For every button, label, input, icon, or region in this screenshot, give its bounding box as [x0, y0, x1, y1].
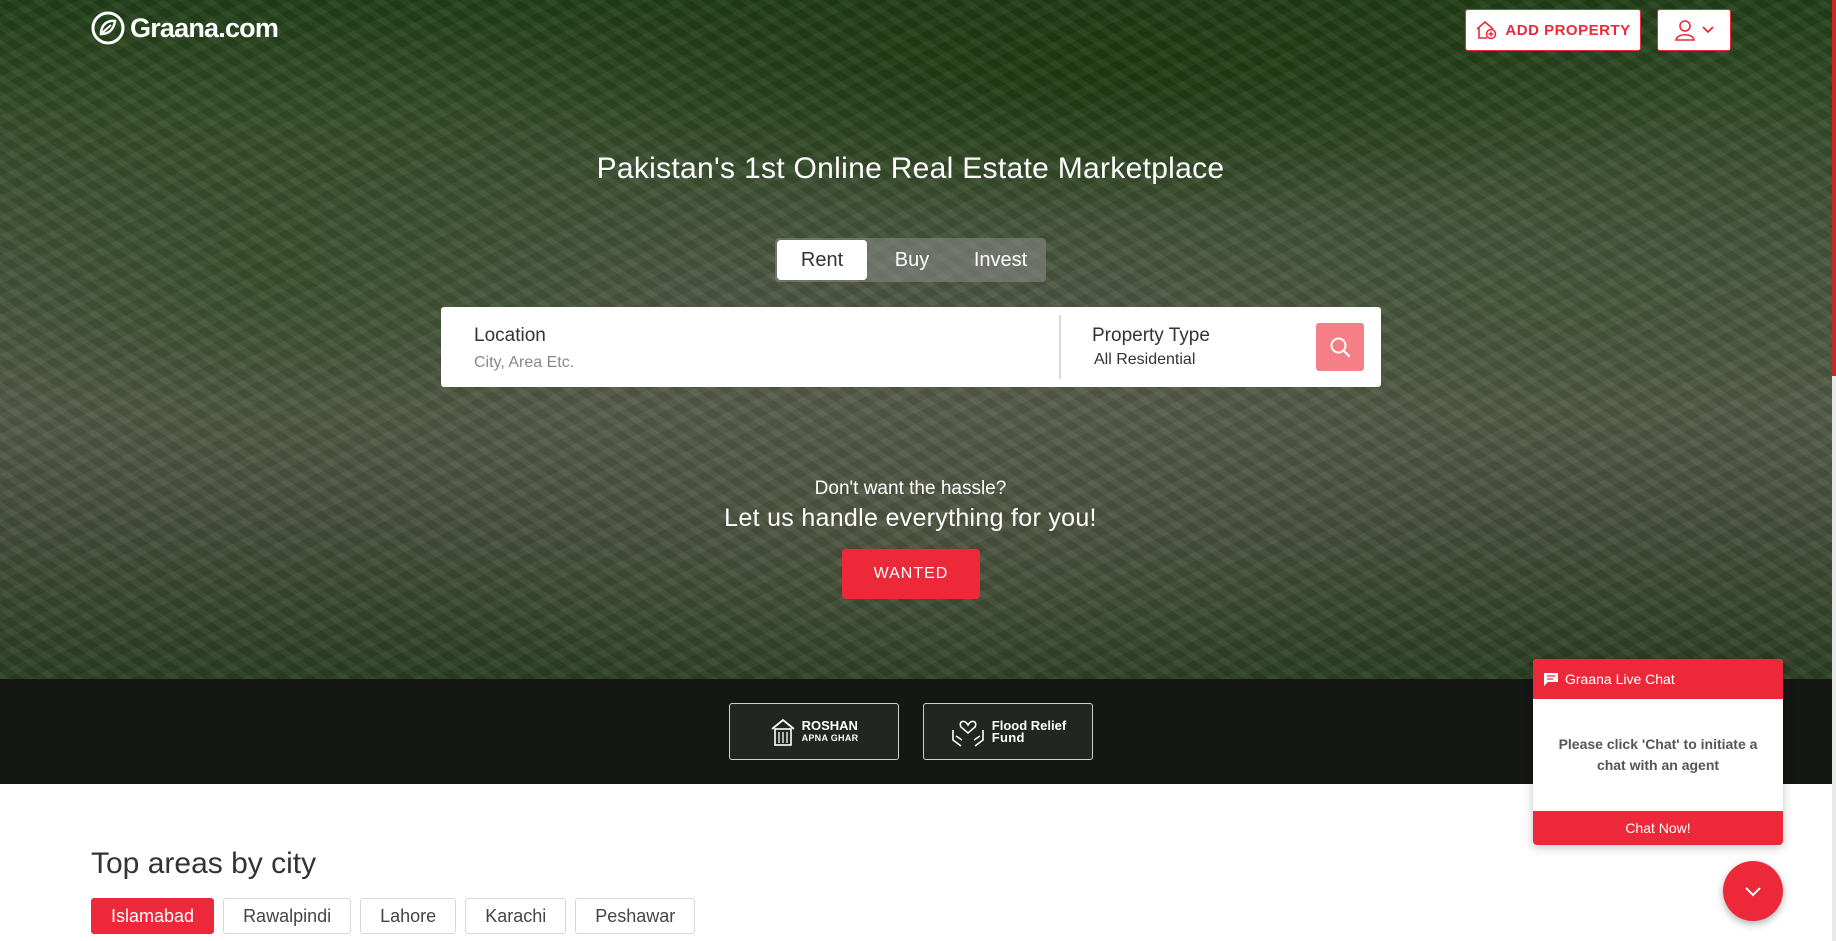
hands-heart-icon: [951, 720, 984, 747]
property-type-label[interactable]: Property Type: [1092, 325, 1210, 347]
property-type-select[interactable]: All Residential: [1094, 351, 1195, 369]
location-input[interactable]: [474, 351, 1034, 375]
search-bar: Location Property Type All Residential: [441, 307, 1381, 387]
roshan-line1: ROSHAN: [801, 717, 858, 733]
logo-text: Graana.com: [130, 12, 279, 43]
city-tab-karachi[interactable]: Karachi: [465, 898, 567, 934]
chevron-down-icon: [1745, 886, 1761, 896]
roshan-line2: APNA GHAR: [801, 732, 859, 743]
tab-invest[interactable]: Invest: [957, 240, 1044, 280]
hassle-question: Don't want the hassle?: [814, 478, 1007, 499]
page-scrollbar[interactable]: [1832, 0, 1836, 941]
logo[interactable]: Graana.com: [90, 10, 279, 46]
city-tab-peshawar[interactable]: Peshawar: [575, 898, 696, 934]
flood-line2: Fund: [991, 729, 1025, 745]
chat-bubble-icon: [1544, 672, 1558, 686]
tab-rent[interactable]: Rent: [777, 240, 867, 280]
chat-now-button[interactable]: Chat Now!: [1533, 811, 1783, 845]
graana-logo-icon: [91, 11, 125, 45]
wanted-button[interactable]: WANTED: [842, 549, 980, 599]
hassle-tagline: Let us handle everything for you!: [724, 504, 1097, 532]
house-building-icon: [770, 718, 795, 746]
house-plus-icon: [1476, 20, 1497, 40]
city-tabs: Islamabad Rawalpindi Lahore Karachi Pesh…: [91, 898, 696, 934]
user-menu-button[interactable]: [1657, 9, 1731, 51]
city-tab-rawalpindi[interactable]: Rawalpindi: [223, 898, 352, 934]
flood-relief-fund-link[interactable]: Flood Relief Fund: [923, 703, 1093, 760]
hero-banner: Graana.com ADD PROPERTY Pakistan's 1st O…: [0, 0, 1836, 679]
scrollbar-thumb[interactable]: [1832, 0, 1836, 376]
live-chat-message: Please click 'Chat' to initiate a chat w…: [1558, 736, 1758, 773]
roshan-apna-ghar-link[interactable]: ROSHAN APNA GHAR: [729, 703, 899, 760]
add-property-button[interactable]: ADD PROPERTY: [1465, 9, 1641, 51]
hero-title: Pakistan's 1st Online Real Estate Market…: [596, 152, 1225, 185]
location-label: Location: [474, 325, 546, 346]
chevron-down-icon: [1702, 26, 1714, 34]
listing-type-tabs: Rent Buy Invest: [775, 238, 1046, 282]
live-chat-title: Graana Live Chat: [1565, 671, 1675, 687]
add-property-label: ADD PROPERTY: [1505, 21, 1631, 39]
live-chat-header[interactable]: Graana Live Chat: [1533, 659, 1783, 699]
search-divider: [1059, 315, 1061, 379]
chat-toggle-button[interactable]: [1723, 861, 1783, 921]
live-chat-widget: Graana Live Chat Please click 'Chat' to …: [1533, 659, 1783, 845]
search-icon: [1330, 337, 1351, 358]
search-button[interactable]: [1316, 323, 1364, 371]
user-icon: [1675, 20, 1695, 41]
top-areas-title: Top areas by city: [91, 847, 317, 880]
tab-buy[interactable]: Buy: [867, 240, 957, 280]
city-tab-islamabad[interactable]: Islamabad: [91, 898, 215, 934]
city-tab-lahore[interactable]: Lahore: [360, 898, 457, 934]
